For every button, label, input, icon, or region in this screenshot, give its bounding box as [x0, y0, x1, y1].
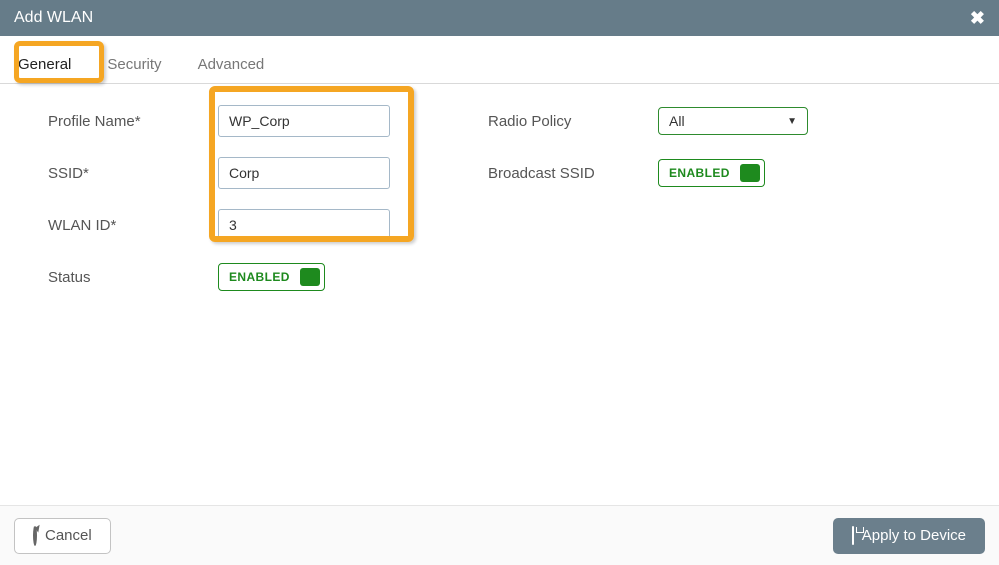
tab-label: General: [18, 56, 71, 73]
apply-label: Apply to Device: [862, 527, 966, 544]
chevron-down-icon: ▼: [787, 116, 797, 127]
titlebar: Add WLAN ✖: [0, 0, 999, 36]
toggle-knob-icon: [740, 164, 760, 182]
tab-label: Advanced: [198, 56, 265, 73]
status-state: ENABLED: [229, 270, 290, 284]
wlan-id-input[interactable]: [218, 209, 390, 241]
select-value: All: [669, 113, 685, 129]
undo-icon: [33, 527, 37, 544]
label-wlan-id: WLAN ID*: [48, 217, 218, 234]
dialog-title: Add WLAN: [14, 9, 93, 27]
ssid-input[interactable]: [218, 157, 390, 189]
save-icon: [852, 527, 854, 544]
broadcast-ssid-toggle[interactable]: ENABLED: [658, 159, 765, 187]
label-profile-name: Profile Name*: [48, 113, 218, 130]
row-radio-policy: Radio Policy All ▼: [488, 104, 908, 138]
broadcast-state: ENABLED: [669, 166, 730, 180]
cancel-label: Cancel: [45, 527, 92, 544]
label-radio-policy: Radio Policy: [488, 113, 658, 130]
cancel-button[interactable]: Cancel: [14, 518, 111, 554]
toggle-knob-icon: [300, 268, 320, 286]
label-ssid: SSID*: [48, 165, 218, 182]
tab-security[interactable]: Security: [89, 48, 179, 83]
row-broadcast-ssid: Broadcast SSID ENABLED: [488, 156, 908, 190]
label-status: Status: [48, 269, 218, 286]
tab-advanced[interactable]: Advanced: [180, 48, 283, 83]
label-broadcast-ssid: Broadcast SSID: [488, 165, 658, 182]
profile-name-input[interactable]: [218, 105, 390, 137]
row-status: Status ENABLED: [48, 260, 458, 294]
tab-bar: General Security Advanced: [0, 36, 999, 84]
row-wlan-id: WLAN ID*: [48, 208, 458, 242]
row-ssid: SSID*: [48, 156, 458, 190]
close-icon[interactable]: ✖: [970, 9, 985, 27]
tab-general[interactable]: General: [0, 48, 89, 83]
form-column-left: Profile Name* SSID* WLAN ID* Status ENAB…: [48, 104, 458, 294]
tab-label: Security: [107, 56, 161, 73]
form-column-right: Radio Policy All ▼ Broadcast SSID ENABLE…: [488, 104, 908, 294]
row-profile-name: Profile Name*: [48, 104, 458, 138]
status-toggle[interactable]: ENABLED: [218, 263, 325, 291]
form-body: Profile Name* SSID* WLAN ID* Status ENAB…: [0, 84, 999, 294]
radio-policy-select[interactable]: All ▼: [658, 107, 808, 135]
apply-button[interactable]: Apply to Device: [833, 518, 985, 554]
footer-bar: Cancel Apply to Device: [0, 505, 999, 565]
